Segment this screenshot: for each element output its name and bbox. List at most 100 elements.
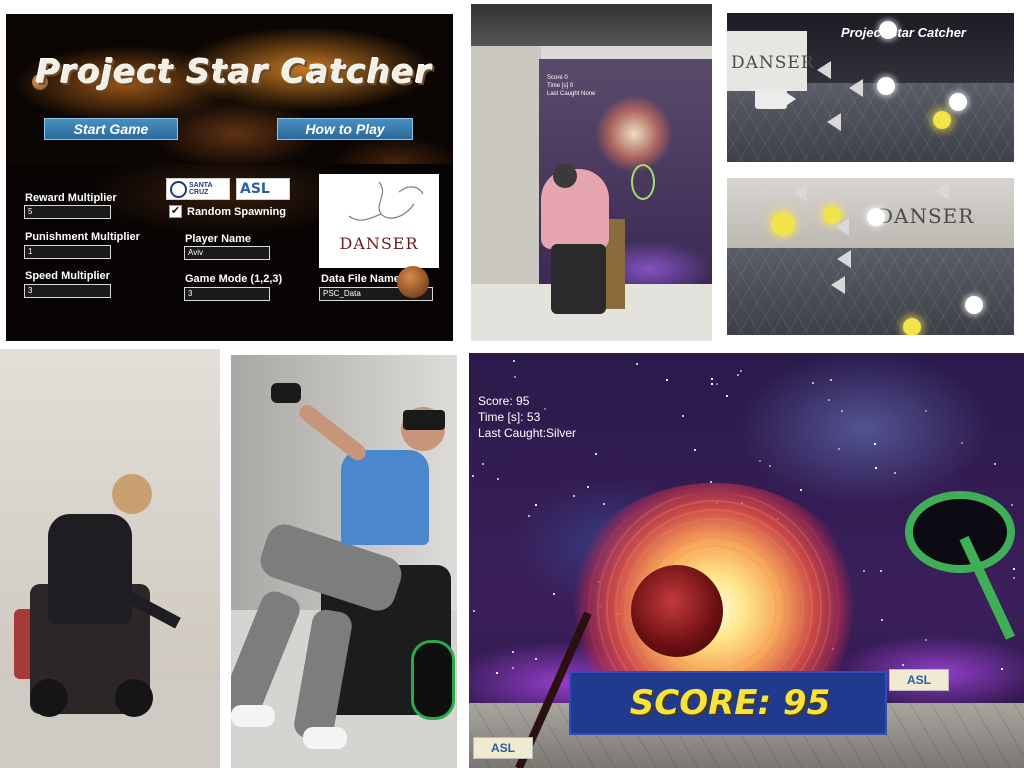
vr-controller-icon: [271, 383, 301, 403]
gameplay-screenshot: SCORE: 95 ASL ASL Score: 95 Time [s]: 53…: [469, 353, 1024, 768]
star-dot: [800, 489, 802, 491]
projected-time: Time [s] 0: [547, 83, 574, 89]
random-spawning-label: Random Spawning: [187, 206, 286, 218]
star-dot: [497, 478, 499, 480]
star-dot: [875, 467, 877, 469]
danser-banner: DANSER: [727, 31, 814, 91]
danser-banner-text: DANSER: [877, 204, 975, 228]
speaker-icon: [835, 218, 849, 236]
projected-hud: Score 0 Time [s] 0 Last Caught None: [547, 74, 595, 98]
vr-headset-icon: [553, 164, 577, 188]
random-spawning-checkbox[interactable]: ✔: [169, 205, 182, 218]
star-dot: [587, 486, 589, 488]
player-name-input[interactable]: Aviv: [184, 246, 270, 260]
wheel-icon: [411, 640, 455, 720]
ceiling: [471, 4, 712, 46]
star-dot: [759, 460, 761, 462]
star-dot: [666, 379, 668, 381]
light-bulb-icon: [867, 208, 885, 226]
speaker-icon: [837, 250, 851, 268]
editor-floor-mesh: [727, 248, 1014, 335]
asl-logo-text: ASL: [240, 181, 270, 197]
star-dot: [553, 593, 555, 595]
wheelchair-player-photo-1: [0, 349, 220, 768]
seated-player: [48, 514, 132, 624]
seated-player: [341, 450, 429, 545]
how-to-play-button[interactable]: How to Play: [277, 118, 413, 140]
reward-multiplier-input[interactable]: 5: [24, 205, 111, 219]
star-dot: [482, 463, 484, 465]
game-hud: Score: 95 Time [s]: 53 Last Caught:Silve…: [478, 393, 576, 441]
asl-logo: ASL: [889, 669, 949, 691]
star-dot: [512, 667, 514, 669]
player-name-label: Player Name: [185, 233, 252, 245]
star-dot: [925, 639, 927, 641]
red-star-orb: [631, 565, 723, 657]
sneaker-icon: [231, 705, 275, 727]
star-dot: [880, 570, 882, 572]
light-bulb-icon: [879, 21, 897, 39]
speed-multiplier-input[interactable]: 3: [24, 284, 111, 298]
star-dot: [812, 382, 814, 384]
nebula-background: [6, 14, 453, 184]
hud-last-caught: Last Caught:Silver: [478, 426, 577, 440]
star-dot: [573, 495, 575, 497]
editor-view-top: DANSER Project Star Catcher: [727, 13, 1014, 162]
hud-score: Score: 95: [478, 394, 530, 408]
speed-multiplier-label: Speed Multiplier: [25, 270, 110, 282]
green-target-ring: [631, 164, 655, 200]
punishment-multiplier-input[interactable]: 1: [24, 245, 111, 259]
star-dot: [961, 442, 963, 444]
danser-logo: DANSER: [319, 174, 439, 268]
speaker-icon: [793, 184, 807, 202]
speaker-icon: [817, 61, 831, 79]
light-bulb-icon: [903, 318, 921, 335]
star-dot: [1001, 668, 1003, 670]
star-dot: [894, 472, 896, 474]
star-dot: [528, 515, 530, 517]
star-dot: [830, 379, 832, 381]
punishment-multiplier-label: Punishment Multiplier: [25, 231, 140, 243]
editor-title-text: Project Star Catcher: [841, 25, 966, 40]
vr-room-photo: Score 0 Time [s] 0 Last Caught None: [471, 4, 712, 341]
speaker-icon: [849, 79, 863, 97]
wheel-icon: [30, 679, 68, 717]
game-mode-label: Game Mode (1,2,3): [185, 273, 283, 285]
hud-time: Time [s]: 53: [478, 410, 541, 424]
star-dot: [828, 399, 830, 401]
game-mode-input[interactable]: 3: [184, 287, 270, 301]
vr-headset-icon: [112, 474, 152, 514]
scoreboard-text: SCORE: 95: [629, 683, 831, 723]
green-target-ring: [905, 491, 1015, 573]
star-dot: [1013, 577, 1015, 579]
light-bulb-icon: [771, 212, 795, 236]
speaker-icon: [935, 182, 949, 200]
star-dot: [682, 415, 684, 417]
ucsc-logo: SANTA CRUZ: [166, 178, 230, 200]
data-file-name-label: Data File Name: [321, 273, 400, 285]
star-dot: [512, 651, 514, 653]
game-menu-screenshot: Project Star Catcher Start Game How to P…: [6, 14, 453, 341]
asl-logo: ASL: [236, 178, 290, 200]
reward-multiplier-label: Reward Multiplier: [25, 192, 117, 204]
speaker-icon: [827, 113, 841, 131]
star-dot: [863, 570, 865, 572]
ucsc-seal-icon: [170, 181, 187, 198]
light-bulb-icon: [877, 77, 895, 95]
light-bulb-icon: [933, 111, 951, 129]
star-dot: [603, 503, 605, 505]
player-legs: [551, 244, 606, 314]
scoreboard-panel: SCORE: 95: [569, 671, 887, 735]
planet-icon-large: [397, 266, 429, 298]
star-dot: [694, 449, 696, 451]
dancer-sketch-icon: [348, 181, 424, 221]
star-dot: [994, 463, 996, 465]
light-bulb-icon: [965, 296, 983, 314]
star-dot: [711, 383, 713, 385]
star-dot: [1013, 568, 1015, 570]
star-dot: [737, 374, 739, 376]
vr-headset-icon: [403, 410, 445, 430]
star-dot: [769, 465, 771, 467]
asl-logo: ASL: [473, 737, 533, 759]
start-game-button[interactable]: Start Game: [44, 118, 178, 140]
